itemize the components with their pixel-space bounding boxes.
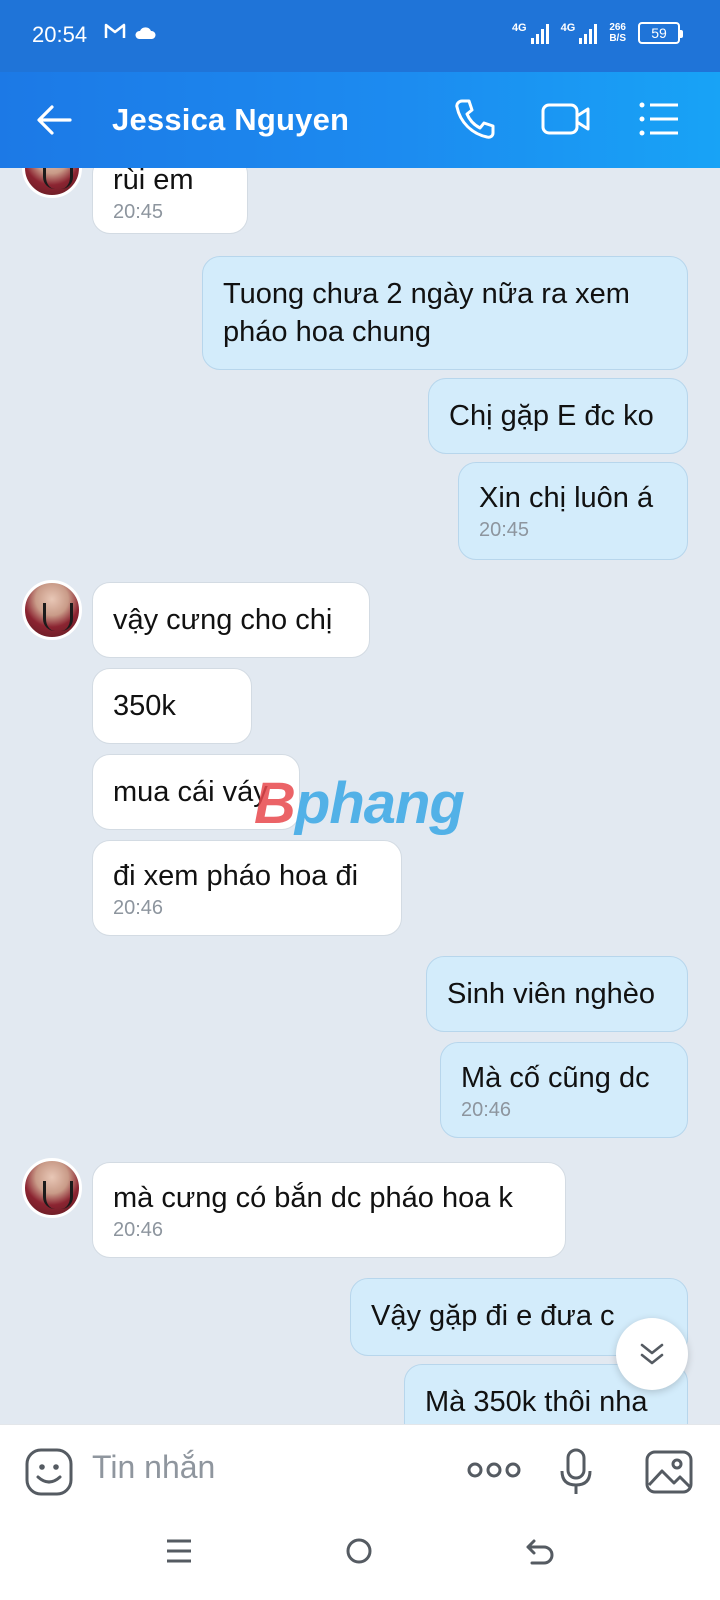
message-list[interactable]: rùi em 20:45 Tuong chưa 2 ngày nữa ra xe… [0,168,720,1424]
more-options-icon[interactable] [466,1461,522,1479]
message-bubble-incoming[interactable]: 350k [92,668,252,744]
chat-header: Jessica Nguyen [0,72,720,168]
contact-avatar[interactable] [22,580,82,640]
message-bubble-outgoing[interactable]: Sinh viên nghèo [426,956,688,1032]
message-bubble-incoming[interactable]: rùi em 20:45 [92,168,248,234]
message-time: 20:45 [113,201,164,223]
signal-icon: 4G [512,22,549,44]
watermark-logo: Bphang [254,771,465,836]
message-time: 20:46 [113,1219,164,1241]
message-input[interactable]: Tin nhắn [92,1449,215,1486]
gmail-icon [104,23,126,38]
system-navigation-bar [0,1514,720,1600]
scroll-to-bottom-button[interactable] [616,1318,688,1390]
contact-avatar[interactable] [22,1158,82,1218]
back-icon[interactable] [524,1536,556,1566]
net-speed: 266 B/S [609,22,626,44]
home-icon[interactable] [344,1536,374,1566]
phone-call-icon[interactable] [452,96,498,142]
emoji-sticker-icon[interactable] [24,1447,74,1497]
message-time: 20:46 [113,897,164,919]
status-indicators: 4G 4G 266 B/S 59 [512,22,683,44]
message-bubble-incoming[interactable]: mà cưng có bắn dc pháo hoa k 20:46 [92,1162,566,1258]
recent-apps-icon[interactable] [164,1536,194,1566]
back-arrow-icon[interactable] [34,100,74,140]
status-time: 20:54 [32,22,88,47]
message-bubble-outgoing[interactable]: Chị gặp E đc ko [428,378,688,454]
video-call-icon[interactable] [540,96,592,142]
cloud-icon [135,27,156,39]
status-bar: 20:54 4G 4G 266 B/S 59 [0,0,720,72]
battery-icon: 59 [638,22,683,44]
message-composer: Tin nhắn [0,1424,720,1514]
message-bubble-incoming[interactable]: vậy cưng cho chị [92,582,370,658]
message-bubble-outgoing[interactable]: Tuong chưa 2 ngày nữa ra xem pháo hoa ch… [202,256,688,370]
contact-name[interactable]: Jessica Nguyen [112,102,349,138]
message-time: 20:45 [479,519,530,541]
message-bubble-outgoing[interactable]: Xin chị luôn á 20:45 [458,462,688,560]
double-chevron-down-icon [640,1343,664,1365]
contact-avatar[interactable] [22,168,82,198]
menu-list-icon[interactable] [636,96,682,142]
message-bubble-incoming[interactable]: đi xem pháo hoa đi 20:46 [92,840,402,936]
image-gallery-icon[interactable] [644,1447,694,1497]
message-time: 20:46 [461,1099,512,1121]
message-bubble-outgoing[interactable]: Mà cố cũng dc 20:46 [440,1042,688,1138]
microphone-icon[interactable] [558,1447,594,1497]
signal-icon-2: 4G [561,22,598,44]
